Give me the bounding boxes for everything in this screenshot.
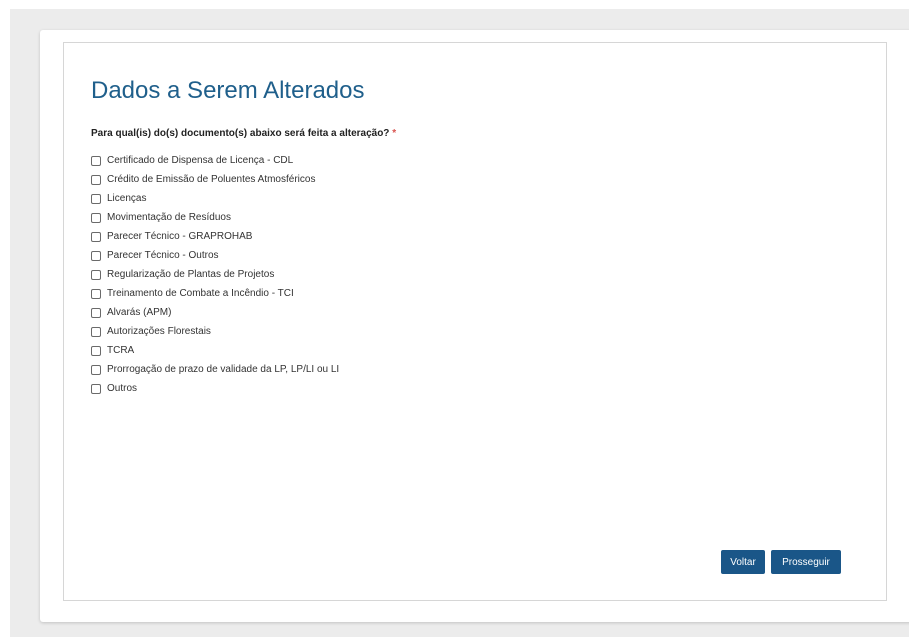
checkbox[interactable] <box>91 364 101 375</box>
option-label: Prorrogação de prazo de validade da LP, … <box>107 364 340 375</box>
checkbox[interactable] <box>91 345 101 356</box>
form-panel: Dados a Serem Alterados Para qual(is) do… <box>63 42 887 601</box>
option-regularizacao-plantas[interactable]: Regularização de Plantas de Projetos <box>91 265 339 284</box>
option-prorrogacao-prazo[interactable]: Prorrogação de prazo de validade da LP, … <box>91 360 339 379</box>
checkbox[interactable] <box>91 269 101 280</box>
option-label: Parecer Técnico - Outros <box>107 250 219 261</box>
option-label: Outros <box>107 383 138 394</box>
option-treinamento-tci[interactable]: Treinamento de Combate a Incêndio - TCI <box>91 284 339 303</box>
checkbox[interactable] <box>91 231 101 242</box>
option-label: Alvarás (APM) <box>107 307 172 318</box>
option-label: Treinamento de Combate a Incêndio - TCI <box>107 288 294 299</box>
question-label: Para qual(is) do(s) documento(s) abaixo … <box>91 128 396 139</box>
option-label: Certificado de Dispensa de Licença - CDL <box>107 155 294 166</box>
checkbox[interactable] <box>91 326 101 337</box>
form-card: Dados a Serem Alterados Para qual(is) do… <box>40 30 909 622</box>
option-credito-emissao[interactable]: Crédito de Emissão de Poluentes Atmosfér… <box>91 170 339 189</box>
question-text: Para qual(is) do(s) documento(s) abaixo … <box>91 128 390 139</box>
checkbox[interactable] <box>91 288 101 299</box>
back-button[interactable]: Voltar <box>721 550 765 574</box>
option-label: Crédito de Emissão de Poluentes Atmosfér… <box>107 174 316 185</box>
option-label: Regularização de Plantas de Projetos <box>107 269 275 280</box>
option-licencas[interactable]: Licenças <box>91 189 339 208</box>
checkbox[interactable] <box>91 212 101 223</box>
option-label: Licenças <box>107 193 147 204</box>
option-label: TCRA <box>107 345 135 356</box>
next-button[interactable]: Prosseguir <box>771 550 841 574</box>
checkbox[interactable] <box>91 250 101 261</box>
checkbox[interactable] <box>91 383 101 394</box>
checkbox[interactable] <box>91 307 101 318</box>
option-movimentacao-residuos[interactable]: Movimentação de Resíduos <box>91 208 339 227</box>
required-marker: * <box>392 128 397 139</box>
option-autorizacoes-florestais[interactable]: Autorizações Florestais <box>91 322 339 341</box>
option-parecer-outros[interactable]: Parecer Técnico - Outros <box>91 246 339 265</box>
checkbox[interactable] <box>91 155 101 166</box>
option-alvaras-apm[interactable]: Alvarás (APM) <box>91 303 339 322</box>
document-options-list: Certificado de Dispensa de Licença - CDL… <box>91 151 339 398</box>
option-tcra[interactable]: TCRA <box>91 341 339 360</box>
option-label: Autorizações Florestais <box>107 326 211 337</box>
page-title: Dados a Serem Alterados <box>91 77 365 104</box>
option-label: Parecer Técnico - GRAPROHAB <box>107 231 253 242</box>
option-label: Movimentação de Resíduos <box>107 212 231 223</box>
option-parecer-graprohab[interactable]: Parecer Técnico - GRAPROHAB <box>91 227 339 246</box>
option-outros[interactable]: Outros <box>91 379 339 398</box>
page-background: Dados a Serem Alterados Para qual(is) do… <box>10 9 909 637</box>
checkbox[interactable] <box>91 174 101 185</box>
checkbox[interactable] <box>91 193 101 204</box>
option-cdl[interactable]: Certificado de Dispensa de Licença - CDL <box>91 151 339 170</box>
